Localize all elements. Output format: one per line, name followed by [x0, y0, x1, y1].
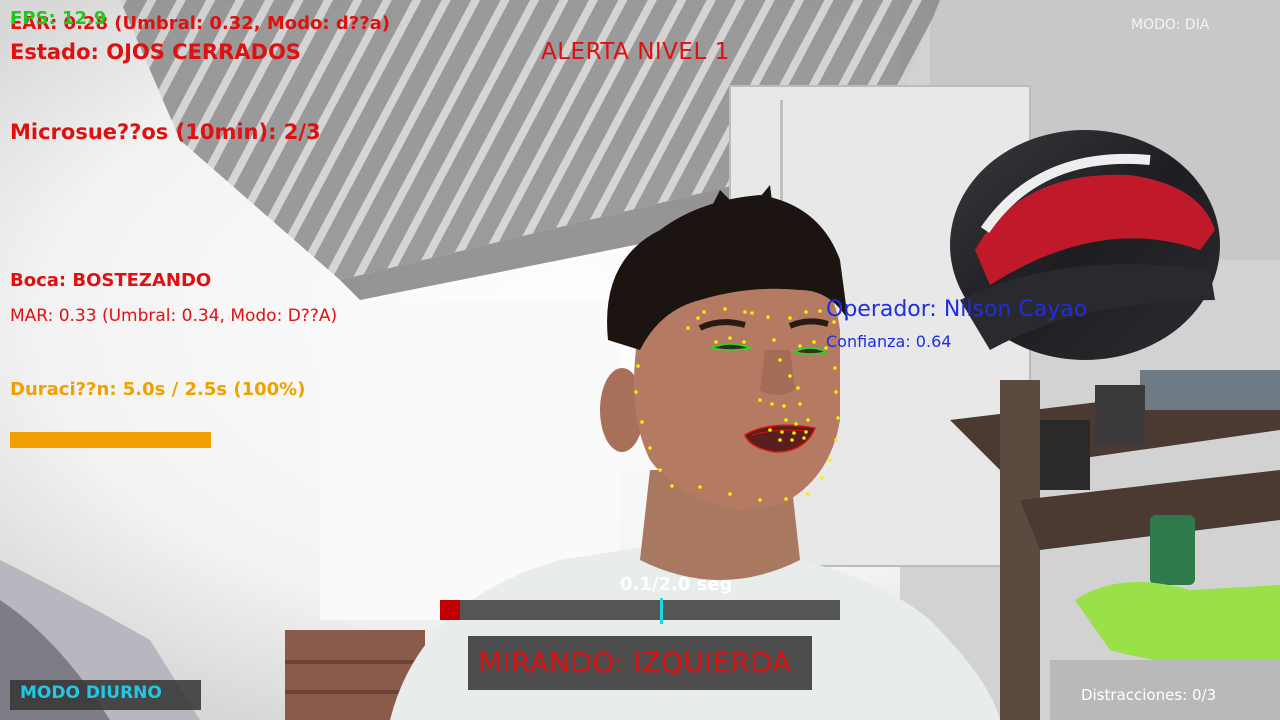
landmark-point: [636, 364, 640, 368]
landmark-point: [788, 316, 792, 320]
landmark-point: [796, 386, 800, 390]
landmark-point: [648, 446, 652, 450]
landmark-point: [696, 316, 700, 320]
duracion-text: Duraci??n: 5.0s / 2.5s (100%): [10, 379, 306, 400]
landmark-point: [812, 340, 816, 344]
operador-text: Operador: Nilson Cayao: [826, 297, 1088, 322]
confianza-text: Confianza: 0.64: [826, 332, 952, 351]
landmark-point: [758, 498, 762, 502]
mirando-text: MIRANDO: IZQUIERDA: [478, 646, 792, 679]
landmark-point: [634, 390, 638, 394]
landmark-point: [836, 416, 840, 420]
distraction-progress-fill: [440, 600, 460, 620]
landmark-point: [806, 418, 810, 422]
landmark-point: [802, 436, 806, 440]
mar-text: MAR: 0.33 (Umbral: 0.34, Modo: D??A): [10, 306, 338, 326]
estado-text: Estado: OJOS CERRADOS: [10, 40, 301, 64]
landmark-point: [758, 398, 762, 402]
landmark-point: [778, 438, 782, 442]
landmark-point: [833, 366, 837, 370]
landmark-point: [818, 309, 822, 313]
landmark-point: [820, 476, 824, 480]
landmark-point: [742, 340, 746, 344]
landmark-point: [670, 484, 674, 488]
landmark-point: [806, 492, 810, 496]
landmark-point: [834, 390, 838, 394]
modo-diurno-box: MODO DIURNO: [10, 680, 201, 710]
landmark-point: [766, 315, 770, 319]
distracciones-text: Distracciones: 0/3: [1081, 686, 1217, 704]
landmark-point: [698, 485, 702, 489]
landmark-point: [743, 310, 747, 314]
landmark-point: [714, 340, 718, 344]
landmark-point: [772, 338, 776, 342]
microsuenos-text: Microsue??os (10min): 2/3: [10, 120, 321, 144]
boca-text: Boca: BOSTEZANDO: [10, 270, 212, 291]
fps-text: FPS: 12.9: [10, 8, 107, 29]
landmark-point: [804, 310, 808, 314]
landmark-point: [790, 438, 794, 442]
distraction-progress-bar: [440, 598, 840, 624]
landmark-point: [702, 310, 706, 314]
landmark-point: [828, 458, 832, 462]
duracion-progress-fill: [10, 432, 211, 448]
landmark-point: [784, 497, 788, 501]
distraction-timer-text: 0.1/2.0 seg: [620, 574, 733, 595]
landmark-point: [784, 418, 788, 422]
landmark-point: [778, 358, 782, 362]
landmark-point: [798, 344, 802, 348]
landmark-point: [788, 374, 792, 378]
landmark-point: [750, 311, 754, 315]
landmark-point: [798, 402, 802, 406]
landmark-point: [834, 438, 838, 442]
duracion-progress-bar: [10, 432, 211, 448]
modo-diurno-text: MODO DIURNO: [20, 683, 162, 703]
landmark-point: [640, 420, 644, 424]
landmark-point: [658, 468, 662, 472]
distraction-threshold-marker: [660, 598, 663, 624]
landmark-point: [723, 307, 727, 311]
landmark-point: [728, 492, 732, 496]
landmark-point: [780, 430, 784, 434]
landmark-point: [728, 336, 732, 340]
landmark-point: [686, 326, 690, 330]
landmark-point: [804, 430, 808, 434]
landmark-point: [792, 431, 796, 435]
alerta-text: ALERTA NIVEL 1: [541, 39, 730, 65]
mirando-box: MIRANDO: IZQUIERDA: [468, 636, 812, 690]
landmark-point: [794, 422, 798, 426]
modo-top-text: MODO: DIA: [1131, 17, 1210, 33]
landmark-point: [782, 404, 786, 408]
camera-viewport: EAR: 0.28 (Umbral: 0.32, Modo: d??a) FPS…: [0, 0, 1280, 720]
landmark-point: [770, 402, 774, 406]
landmark-point: [768, 428, 772, 432]
